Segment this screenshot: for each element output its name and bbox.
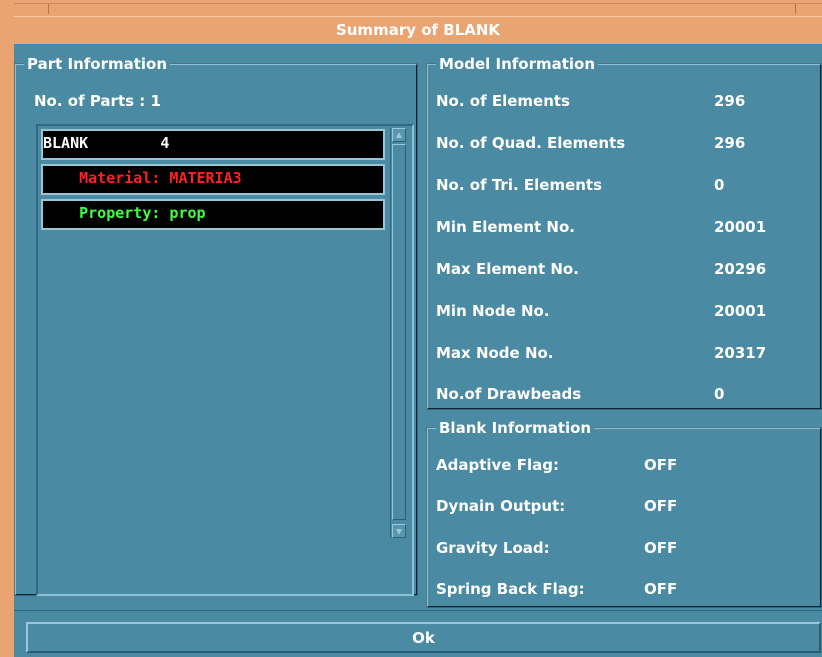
model-row-value: 0 (714, 176, 725, 194)
model-row-label: No. of Quad. Elements (436, 134, 626, 152)
model-row-label: Max Node No. (436, 344, 554, 362)
list-item[interactable]: BLANK 4 (41, 129, 385, 160)
blank-row-value: OFF (644, 580, 678, 598)
title-bar[interactable]: Summary of BLANK (14, 16, 822, 45)
model-row-label: No.of Drawbeads (436, 385, 582, 403)
dialog-body: Part Information No. of Parts : 1 BLANK … (14, 44, 822, 657)
model-row-value: 20317 (714, 344, 767, 362)
scroll-down-arrow-icon[interactable] (392, 524, 406, 538)
blank-row-value: OFF (644, 497, 678, 515)
list-item[interactable]: Material: MATERIA3 (41, 164, 385, 195)
model-row-value: 20296 (714, 260, 767, 278)
divider (14, 610, 822, 611)
parts-list-scrollbar[interactable] (390, 128, 407, 538)
model-row-label: No. of Elements (436, 92, 570, 110)
model-row-label: Max Element No. (436, 260, 579, 278)
model-row-label: Min Element No. (436, 218, 575, 236)
summary-dialog: Summary of BLANK Part Information No. of… (0, 0, 822, 657)
blank-row-value: OFF (644, 539, 678, 557)
top-frame-line (14, 3, 822, 14)
model-row-value: 20001 (714, 302, 767, 320)
model-row-label: No. of Tri. Elements (436, 176, 603, 194)
parts-list[interactable]: BLANK 4 Material: MATERIA3 Property: pro… (36, 124, 414, 596)
model-row-value: 20001 (714, 218, 767, 236)
ok-button[interactable]: Ok (26, 622, 821, 653)
part-information-legend: Part Information (27, 55, 168, 73)
blank-row-label: Spring Back Flag: (436, 580, 585, 598)
model-row-label: Min Node No. (436, 302, 550, 320)
list-item[interactable]: Property: prop (41, 199, 385, 230)
model-information-legend: Model Information (439, 55, 596, 73)
blank-row-value: OFF (644, 456, 678, 474)
ok-button-label: Ok (412, 629, 435, 647)
model-row-value: 296 (714, 134, 746, 152)
model-row-value: 296 (714, 92, 746, 110)
blank-row-label: Dynain Output: (436, 497, 566, 515)
blank-row-label: Adaptive Flag: (436, 456, 559, 474)
blank-information-legend: Blank Information (439, 419, 592, 437)
parts-count-value: 1 (150, 92, 161, 110)
window-title: Summary of BLANK (335, 21, 501, 39)
scroll-up-arrow-icon[interactable] (392, 128, 406, 142)
model-row-value: 0 (714, 385, 725, 403)
parts-count-label: No. of Parts : 1 (34, 92, 161, 110)
blank-row-label: Gravity Load: (436, 539, 550, 557)
scrollbar-thumb[interactable] (392, 144, 406, 520)
